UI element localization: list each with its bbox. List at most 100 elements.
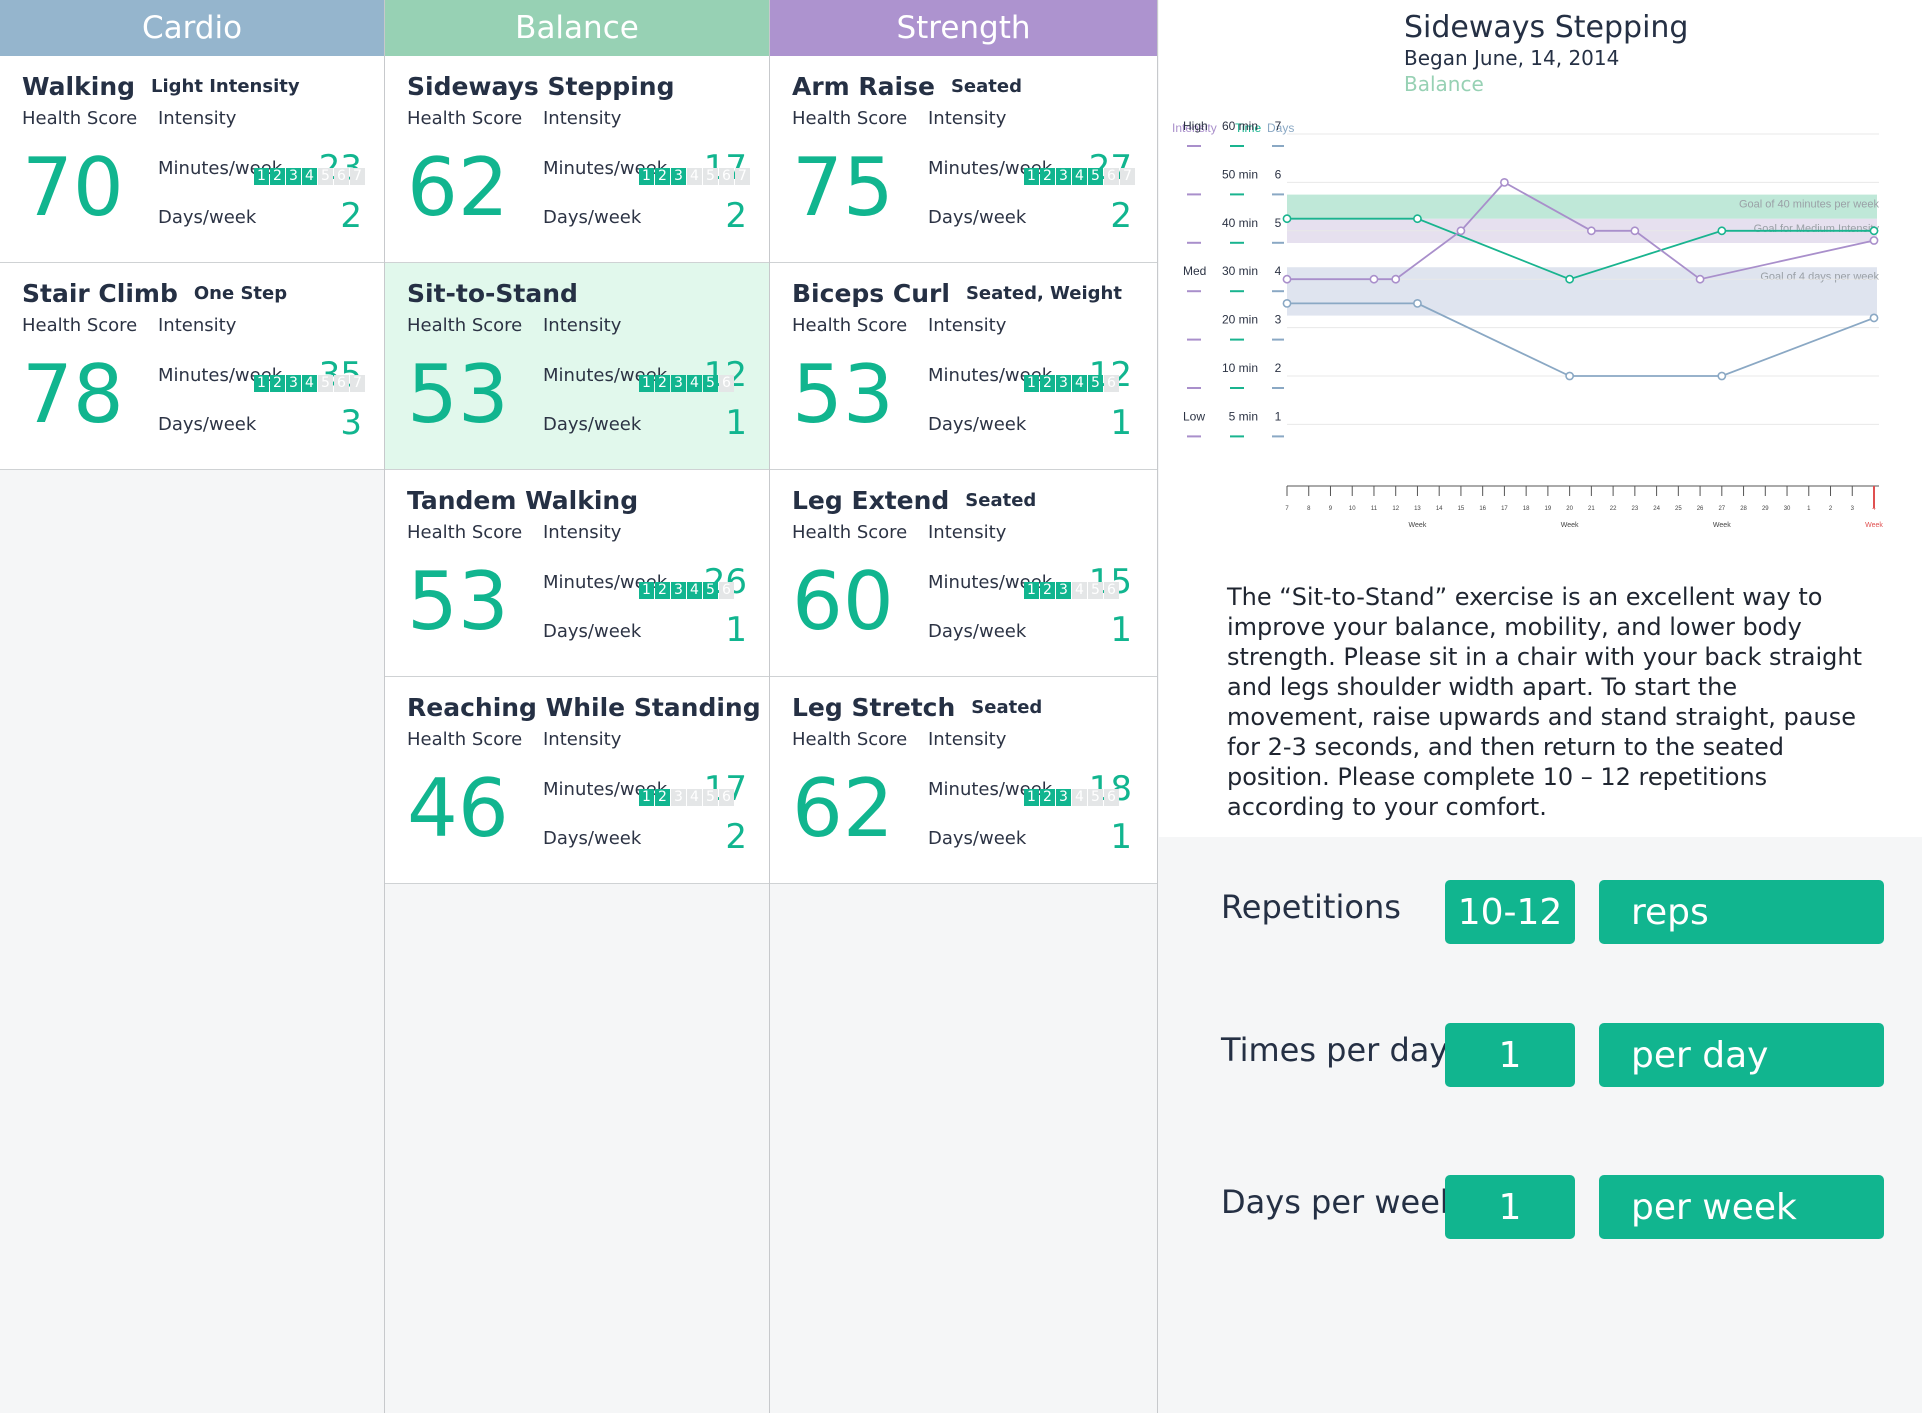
y-time-label: 40 min xyxy=(1222,216,1258,230)
intensity-step: 1 xyxy=(639,582,654,599)
series-point-intensity xyxy=(1500,178,1509,187)
column-header[interactable]: Balance xyxy=(385,0,769,56)
exercise-variant: Light Intensity xyxy=(151,75,300,97)
exercise-name: Stair Climb xyxy=(22,278,178,308)
x-tick-label: 21 xyxy=(1588,506,1595,512)
exercise-card[interactable]: Leg Extend Seated Health Score Intensity Min… xyxy=(770,470,1157,677)
intensity-label: Intensity xyxy=(543,729,622,750)
intensity-label: Intensity xyxy=(928,108,1007,129)
intensity-step: 4 xyxy=(302,375,317,392)
intensity-step: 4 xyxy=(1072,582,1087,599)
health-score-value: 78 xyxy=(22,348,124,441)
exercise-card[interactable]: Stair Climb One Step Health Score Intensity… xyxy=(0,263,384,470)
exercise-card[interactable]: Reaching While Standing Health Score Inten… xyxy=(385,677,769,884)
series-point-time xyxy=(1869,226,1879,236)
intensity-step: 3 xyxy=(286,168,301,185)
exercise-name: Biceps Curl xyxy=(792,278,950,308)
exercise-variant: Seated, Weight xyxy=(965,282,1122,304)
intensity-step: 2 xyxy=(1040,375,1055,392)
health-score-value: 62 xyxy=(792,762,894,855)
intensity-step: 3 xyxy=(1056,375,1071,392)
card-title: Stair Climb One Step xyxy=(22,263,287,323)
health-score-value: 70 xyxy=(22,141,124,234)
series-point-intensity xyxy=(1282,274,1292,284)
y-day-label: 2 xyxy=(1275,361,1282,375)
health-score-label: Health Score xyxy=(792,729,908,750)
intensity-label: Intensity xyxy=(158,315,237,336)
days-value: 2 xyxy=(1110,196,1132,236)
intensity-step: 6 xyxy=(1104,789,1119,806)
card-title: Reaching While Standing xyxy=(407,677,761,737)
control-value-0[interactable]: 10-12 xyxy=(1445,880,1575,944)
intensity-step: 2 xyxy=(655,375,670,392)
days-label: Days/week xyxy=(928,621,1027,642)
card-title: Sideways Stepping xyxy=(407,56,674,116)
exercise-card[interactable]: Leg Stretch Seated Health Score Intensity Mi… xyxy=(770,677,1157,884)
intensity-step: 4 xyxy=(687,375,702,392)
intensity-step: 2 xyxy=(655,789,670,806)
x-tick-label: 14 xyxy=(1436,506,1443,512)
control-unit-2[interactable]: per week xyxy=(1599,1175,1884,1239)
column-header[interactable]: Cardio xyxy=(0,0,384,56)
y-day-label: 6 xyxy=(1275,167,1282,181)
exercise-card[interactable]: Sit-to-Stand Health Score Intensity Minutes… xyxy=(385,263,769,470)
detail-top: Sideways Stepping Began June, 14, 2014 B… xyxy=(1159,0,1922,837)
intensity-meter: 1234567 xyxy=(1024,168,1136,185)
x-tick-label: 17 xyxy=(1501,506,1508,512)
health-score-value: 46 xyxy=(407,762,509,855)
intensity-label: Intensity xyxy=(928,522,1007,543)
intensity-step: 6 xyxy=(719,582,734,599)
series-point-days xyxy=(1413,298,1422,308)
y-day-label: 4 xyxy=(1275,264,1282,278)
days-label: Days/week xyxy=(543,621,642,642)
x-week-label: Week xyxy=(1865,522,1883,529)
exercise-card[interactable]: Sideways Stepping Health Score Intensity Mi… xyxy=(385,56,769,263)
control-value-1[interactable]: 1 xyxy=(1445,1023,1575,1087)
y-intensity-label: Med xyxy=(1183,264,1206,278)
exercise-card[interactable]: Biceps Curl Seated, Weight Health Score Int… xyxy=(770,263,1157,470)
intensity-meter: 123456 xyxy=(1024,789,1120,806)
control-value-2[interactable]: 1 xyxy=(1445,1175,1575,1239)
days-label: Days/week xyxy=(928,414,1027,435)
intensity-step: 3 xyxy=(1056,582,1071,599)
health-score-label: Health Score xyxy=(407,522,523,543)
intensity-step: 1 xyxy=(639,789,654,806)
intensity-step: 4 xyxy=(302,168,317,185)
exercise-card[interactable]: Walking Light Intensity Health Score Intens… xyxy=(0,56,384,263)
x-tick-label: 15 xyxy=(1458,506,1465,512)
intensity-step: 5 xyxy=(1088,375,1103,392)
x-tick-label: 30 xyxy=(1784,506,1791,512)
intensity-step: 5 xyxy=(703,168,718,185)
y-day-label: 7 xyxy=(1275,119,1282,133)
exercise-card[interactable]: Arm Raise Seated Health Score Intensity Minu… xyxy=(770,56,1157,263)
intensity-step: 2 xyxy=(1040,582,1055,599)
y-intensity-label: High xyxy=(1183,119,1208,133)
intensity-step: 7 xyxy=(350,168,365,185)
detail-description: The “Sit-to-Stand” exercise is an excell… xyxy=(1227,583,1863,821)
health-score-label: Health Score xyxy=(792,108,908,129)
intensity-step: 5 xyxy=(1088,168,1103,185)
column-header[interactable]: Strength xyxy=(770,0,1157,56)
intensity-step: 1 xyxy=(1024,168,1039,185)
control-unit-0[interactable]: reps xyxy=(1599,880,1884,944)
y-time-label: 10 min xyxy=(1222,361,1258,375)
card-title: Arm Raise Seated xyxy=(792,56,1022,116)
y-time-label: 30 min xyxy=(1222,264,1258,278)
control-unit-1[interactable]: per day xyxy=(1599,1023,1884,1087)
x-tick-label: 29 xyxy=(1762,506,1769,512)
x-tick-label: 16 xyxy=(1479,506,1486,512)
goal-band-label: Goal of 40 minutes per week xyxy=(1739,199,1880,211)
card-title: Leg Extend Seated xyxy=(792,470,1036,530)
intensity-step: 1 xyxy=(254,375,269,392)
intensity-step: 5 xyxy=(1088,789,1103,806)
days-label: Days/week xyxy=(543,828,642,849)
detail-began: Began June, 14, 2014 xyxy=(1404,46,1620,70)
intensity-step: 6 xyxy=(1104,582,1119,599)
days-value: 3 xyxy=(340,403,362,443)
intensity-step: 4 xyxy=(687,168,702,185)
detail-panel: Sideways Stepping Began June, 14, 2014 B… xyxy=(1159,0,1922,1413)
exercise-card[interactable]: Tandem Walking Health Score Intensity Minut… xyxy=(385,470,769,677)
intensity-step: 4 xyxy=(687,789,702,806)
series-point-intensity xyxy=(1586,226,1596,236)
detail-title: Sideways Stepping xyxy=(1404,10,1689,45)
